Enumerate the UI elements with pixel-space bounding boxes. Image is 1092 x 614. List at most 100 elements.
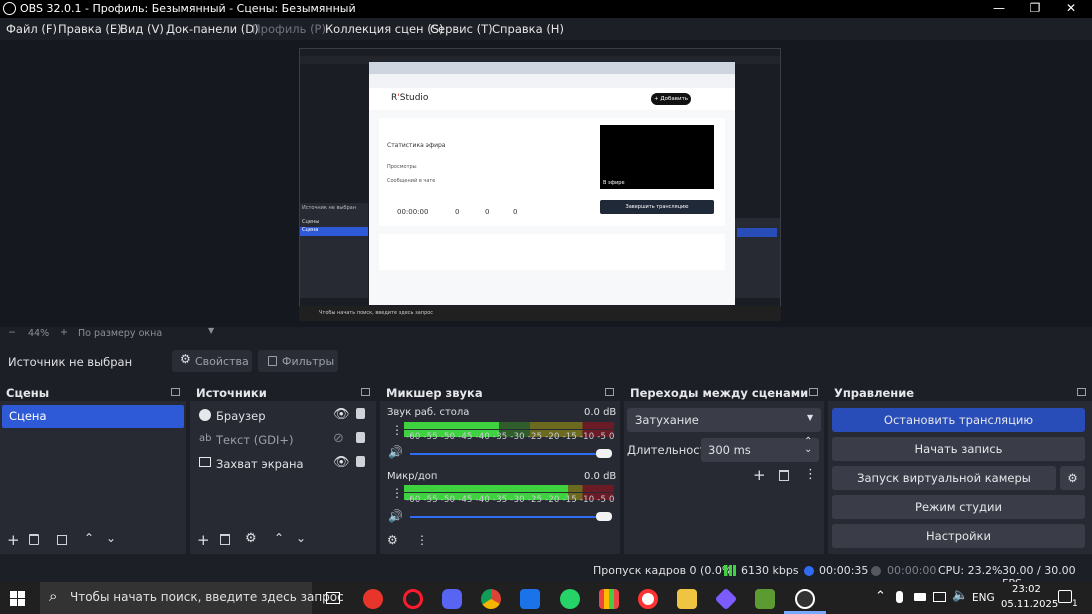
undock-icon[interactable] <box>361 388 370 396</box>
source-item-text[interactable]: ab Текст (GDI+) ⊘ <box>190 430 376 452</box>
discord-icon[interactable] <box>442 589 462 609</box>
studio-mode-button[interactable]: Режим студии <box>832 495 1085 519</box>
remove-transition-button[interactable] <box>779 470 789 481</box>
chevron-down-icon[interactable]: ▼ <box>208 326 214 335</box>
taskbar-search-box[interactable]: ⌕ Чтобы начать поиск, введите здесь запр… <box>40 582 344 614</box>
maximize-button[interactable]: ❐ <box>1018 0 1052 18</box>
windows-start-icon[interactable] <box>10 591 25 606</box>
start-record-button[interactable]: Начать запись <box>832 437 1085 461</box>
clock-time[interactable]: 23:02 <box>1012 584 1041 595</box>
menu-docks[interactable]: Док-панели (D) <box>166 22 259 36</box>
lock-icon[interactable] <box>356 408 365 419</box>
eye-icon[interactable]: 👁 <box>333 407 350 422</box>
menu-tools[interactable]: Сервис (T) <box>430 22 493 36</box>
task-view-icon[interactable] <box>326 592 340 604</box>
chevron-down-icon[interactable]: ⌄ <box>804 444 812 455</box>
eye-hidden-icon[interactable]: ⊘ <box>333 431 344 446</box>
battery-icon[interactable] <box>914 593 926 601</box>
whatsapp-icon[interactable] <box>560 589 580 609</box>
speaker-icon[interactable]: 🔊 <box>388 445 403 459</box>
speaker-icon[interactable]: 🔊 <box>388 509 403 523</box>
stop-stream-button[interactable]: Остановить трансляцию <box>832 408 1085 432</box>
start-virtual-camera-button[interactable]: Запуск виртуальной камеры <box>832 466 1056 490</box>
advanced-audio-gear-icon[interactable]: ⚙ <box>387 533 398 547</box>
yandex-icon[interactable] <box>638 589 658 609</box>
lock-icon[interactable] <box>356 432 365 443</box>
undock-icon[interactable] <box>1077 388 1086 396</box>
stat-count-1: 0 <box>455 208 460 216</box>
undock-icon[interactable] <box>605 388 614 396</box>
nested-taskbar-search: Чтобы начать поиск, введите здесь запрос <box>319 310 434 316</box>
volume-icon[interactable]: 🔈 <box>952 588 968 603</box>
channel-menu-icon[interactable]: ⋮ <box>391 486 403 500</box>
source-item-browser[interactable]: Браузер 👁 <box>190 406 376 428</box>
volume-knob[interactable] <box>596 449 612 458</box>
obs-icon[interactable] <box>795 589 815 609</box>
scene-item[interactable]: Сцена <box>2 405 184 428</box>
move-down-icon[interactable]: ⌄ <box>296 531 306 545</box>
microphone-icon[interactable] <box>896 591 903 603</box>
notification-icon[interactable] <box>1058 590 1072 603</box>
remove-source-button[interactable] <box>220 534 230 545</box>
properties-button[interactable]: ⚙ Свойства <box>172 350 252 372</box>
scene-filters-button[interactable] <box>57 535 67 545</box>
volume-knob[interactable] <box>596 512 612 521</box>
status-bar: Пропуск кадров 0 (0.0%) 6130 kbps 00:00:… <box>0 561 1092 590</box>
filters-button[interactable]: Фильтры <box>258 350 338 372</box>
obsidian-icon[interactable] <box>714 587 738 611</box>
signal-icon <box>724 565 736 576</box>
zoom-in-button[interactable]: + <box>60 327 68 338</box>
channel-name: Звук раб. стола <box>387 407 470 418</box>
store-icon[interactable] <box>520 589 540 609</box>
clock-date[interactable]: 05.11.2025 <box>1001 599 1058 610</box>
move-up-icon[interactable]: ⌃ <box>274 531 284 545</box>
opera-icon[interactable] <box>403 589 423 609</box>
mixer-menu-icon[interactable]: ⋮ <box>416 533 428 547</box>
menu-scene-collection[interactable]: Коллекция сцен (S) <box>325 22 443 36</box>
menu-file[interactable]: Файл (F) <box>6 22 57 36</box>
network-icon[interactable] <box>933 592 946 602</box>
chevron-up-icon[interactable]: ⌃ <box>875 589 886 604</box>
title-bar: OBS 32.0.1 - Профиль: Безымянный - Сцены… <box>0 0 1092 18</box>
menu-profile[interactable]: Профиль (P) <box>252 22 326 36</box>
minimize-button[interactable]: — <box>982 0 1016 18</box>
file-explorer-icon[interactable] <box>677 589 697 609</box>
move-down-icon[interactable]: ⌄ <box>106 531 116 545</box>
channel-menu-icon[interactable]: ⋮ <box>391 423 403 437</box>
transition-menu-icon[interactable]: ⋮ <box>804 467 817 482</box>
duration-spinbox[interactable]: 300 ms ⌃ ⌄ <box>701 436 819 462</box>
language-indicator[interactable]: ENG <box>972 592 995 604</box>
volume-slider[interactable] <box>410 453 610 455</box>
undock-icon[interactable] <box>809 388 818 396</box>
add-source-button[interactable]: + <box>197 531 210 549</box>
menu-view[interactable]: Вид (V) <box>120 22 164 36</box>
close-button[interactable]: ✕ <box>1054 0 1088 18</box>
minecraft-icon[interactable] <box>755 589 775 609</box>
settings-button[interactable]: Настройки <box>832 524 1085 548</box>
lock-icon[interactable] <box>356 456 365 467</box>
stat-count-2: 0 <box>485 208 490 216</box>
source-properties-gear-icon[interactable]: ⚙ <box>245 531 257 546</box>
menu-help[interactable]: Справка (H) <box>492 22 564 36</box>
add-scene-button[interactable]: + <box>7 531 20 549</box>
zoom-out-button[interactable]: − <box>8 327 16 338</box>
volume-slider[interactable] <box>410 516 610 518</box>
preview-canvas[interactable]: Источник не выбран Сцены Сцена R'Studio … <box>299 48 781 321</box>
yandex-browser-icon[interactable] <box>363 589 383 609</box>
virtual-camera-gear-icon[interactable]: ⚙ <box>1060 466 1085 490</box>
zoom-mode-select[interactable]: По размеру окна <box>78 328 162 339</box>
source-item-screen[interactable]: Захват экрана 👁 <box>190 454 376 476</box>
chrome-icon[interactable] <box>481 589 501 609</box>
eye-icon[interactable]: 👁 <box>333 455 350 470</box>
scenes-header: Сцены <box>0 383 186 401</box>
add-transition-button[interactable]: + <box>753 466 766 484</box>
app-grid-icon[interactable] <box>599 589 619 609</box>
remove-scene-button[interactable] <box>29 534 39 545</box>
taskbar-search-input[interactable]: Чтобы начать поиск, введите здесь запрос <box>70 590 344 604</box>
scene-item-label: Сцена <box>9 409 47 423</box>
menu-edit[interactable]: Правка (E) <box>58 22 122 36</box>
browser-window: R'Studio + Добавить Статистика эфира Про… <box>369 62 735 305</box>
move-up-icon[interactable]: ⌃ <box>84 531 94 545</box>
undock-icon[interactable] <box>171 388 180 396</box>
transition-select[interactable]: Затухание ▼ <box>627 408 821 432</box>
